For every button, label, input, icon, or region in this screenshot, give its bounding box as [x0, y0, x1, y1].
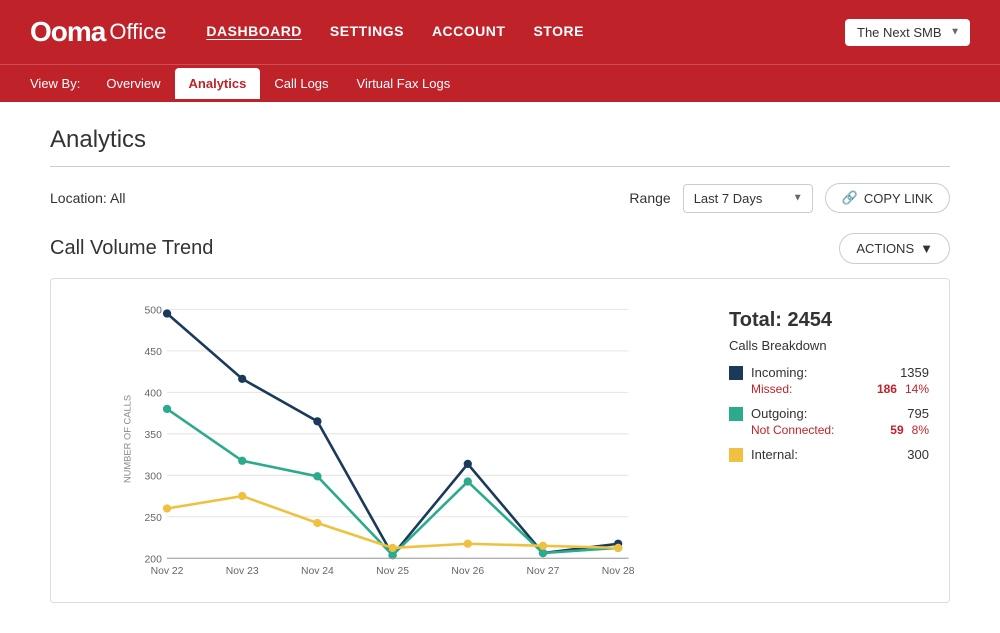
incoming-line	[167, 314, 618, 556]
top-navigation: Ooma Office DASHBOARD SETTINGS ACCOUNT S…	[0, 0, 1000, 64]
actions-chevron-icon: ▼	[920, 241, 933, 256]
page-title: Analytics	[50, 126, 950, 154]
chart-section: Call Volume Trend ACTIONS ▼ NUMBER OF CA…	[50, 233, 950, 603]
incoming-dot-4	[464, 460, 472, 468]
internal-dot-1	[238, 492, 246, 500]
main-nav: DASHBOARD SETTINGS ACCOUNT STORE	[206, 23, 845, 41]
legend-row-outgoing: Outgoing: 795	[729, 406, 929, 421]
nav-store[interactable]: STORE	[533, 23, 583, 41]
account-selector[interactable]: The Next SMB	[845, 19, 970, 46]
copy-link-label: COPY LINK	[864, 191, 933, 206]
tab-call-logs[interactable]: Call Logs	[260, 68, 342, 99]
legend-row-internal: Internal: 300	[729, 447, 929, 462]
internal-color-swatch	[729, 448, 743, 462]
incoming-value: 1359	[900, 365, 929, 380]
actions-label: ACTIONS	[856, 241, 914, 256]
xlabel-nov25: Nov 25	[376, 566, 409, 577]
chart-total: Total: 2454	[729, 309, 929, 332]
internal-value: 300	[907, 447, 929, 462]
missed-value: 186	[877, 382, 897, 396]
chart-legend: Total: 2454 Calls Breakdown Incoming: 13…	[729, 299, 929, 582]
logo-office: Office	[109, 19, 166, 45]
tab-virtual-fax-logs[interactable]: Virtual Fax Logs	[343, 68, 465, 99]
nav-dashboard[interactable]: DASHBOARD	[206, 23, 302, 41]
internal-name: Internal:	[751, 447, 899, 462]
incoming-color-swatch	[729, 366, 743, 380]
range-select[interactable]: Last 7 Days Last 30 Days Last 90 Days	[683, 184, 813, 213]
outgoing-dot-1	[238, 457, 246, 465]
ytick-400: 400	[145, 388, 163, 399]
outgoing-color-swatch	[729, 407, 743, 421]
not-connected-sub-row: Not Connected: 59 8%	[729, 423, 929, 437]
tab-analytics[interactable]: Analytics	[175, 68, 261, 99]
not-connected-name: Not Connected:	[751, 423, 882, 437]
range-label: Range	[629, 190, 670, 206]
xlabel-nov26: Nov 26	[451, 566, 484, 577]
chart-header: Call Volume Trend ACTIONS ▼	[50, 233, 950, 264]
logo: Ooma Office	[30, 16, 166, 48]
legend-item-outgoing: Outgoing: 795 Not Connected: 59 8%	[729, 406, 929, 437]
internal-dot-2	[313, 519, 321, 527]
internal-dot-6	[614, 544, 622, 552]
view-by-label: View By:	[30, 76, 80, 91]
internal-dot-3	[388, 544, 396, 552]
not-connected-value: 59	[890, 423, 903, 437]
nav-settings[interactable]: SETTINGS	[330, 23, 404, 41]
y-axis-label: NUMBER OF CALLS	[123, 395, 133, 483]
copy-link-button[interactable]: 🔗 COPY LINK	[825, 183, 950, 213]
legend-row-incoming: Incoming: 1359	[729, 365, 929, 380]
outgoing-dot-2	[313, 472, 321, 480]
legend-item-internal: Internal: 300	[729, 447, 929, 462]
not-connected-pct: 8%	[912, 423, 929, 437]
incoming-dot-1	[238, 375, 246, 383]
chart-title: Call Volume Trend	[50, 237, 213, 260]
outgoing-dot-5	[539, 549, 547, 557]
chart-container: NUMBER OF CALLS 500 450 400	[50, 278, 950, 603]
xlabel-nov23: Nov 23	[226, 566, 259, 577]
outgoing-line	[167, 409, 618, 555]
xlabel-nov27: Nov 27	[527, 566, 560, 577]
ytick-500: 500	[145, 306, 163, 317]
page-content: Analytics Location: All Range Last 7 Day…	[20, 102, 980, 627]
nav-account[interactable]: ACCOUNT	[432, 23, 506, 41]
controls-row: Location: All Range Last 7 Days Last 30 …	[50, 183, 950, 213]
xlabel-nov28: Nov 28	[602, 566, 635, 577]
incoming-dot-2	[313, 417, 321, 425]
internal-dot-5	[539, 542, 547, 550]
outgoing-dot-4	[464, 477, 472, 485]
xlabel-nov24: Nov 24	[301, 566, 334, 577]
ytick-200: 200	[145, 554, 163, 565]
link-icon: 🔗	[842, 190, 858, 206]
right-controls: Range Last 7 Days Last 30 Days Last 90 D…	[629, 183, 950, 213]
chart-breakdown-title: Calls Breakdown	[729, 338, 929, 353]
outgoing-value: 795	[907, 406, 929, 421]
sub-navigation: View By: Overview Analytics Call Logs Vi…	[0, 64, 1000, 102]
xlabel-nov22: Nov 22	[151, 566, 184, 577]
outgoing-dot-0	[163, 405, 171, 413]
internal-dot-4	[464, 540, 472, 548]
ytick-250: 250	[145, 513, 163, 524]
ytick-300: 300	[145, 471, 163, 482]
internal-dot-0	[163, 504, 171, 512]
ytick-450: 450	[145, 347, 163, 358]
divider	[50, 166, 950, 167]
range-select-wrap: Last 7 Days Last 30 Days Last 90 Days	[683, 184, 813, 213]
internal-line	[167, 496, 618, 548]
location-label: Location: All	[50, 190, 126, 206]
outgoing-name: Outgoing:	[751, 406, 899, 421]
chart-area: NUMBER OF CALLS 500 450 400	[71, 299, 709, 582]
logo-ooma: Ooma	[30, 16, 105, 48]
missed-sub-row: Missed: 186 14%	[729, 382, 929, 396]
missed-name: Missed:	[751, 382, 869, 396]
missed-pct: 14%	[905, 382, 929, 396]
legend-item-incoming: Incoming: 1359 Missed: 186 14%	[729, 365, 929, 396]
incoming-dot-0	[163, 309, 171, 317]
incoming-name: Incoming:	[751, 365, 892, 380]
ytick-350: 350	[145, 430, 163, 441]
account-selector-wrap: The Next SMB	[845, 19, 970, 46]
tab-overview[interactable]: Overview	[92, 68, 174, 99]
chart-svg: NUMBER OF CALLS 500 450 400	[71, 299, 709, 579]
actions-button[interactable]: ACTIONS ▼	[839, 233, 950, 264]
